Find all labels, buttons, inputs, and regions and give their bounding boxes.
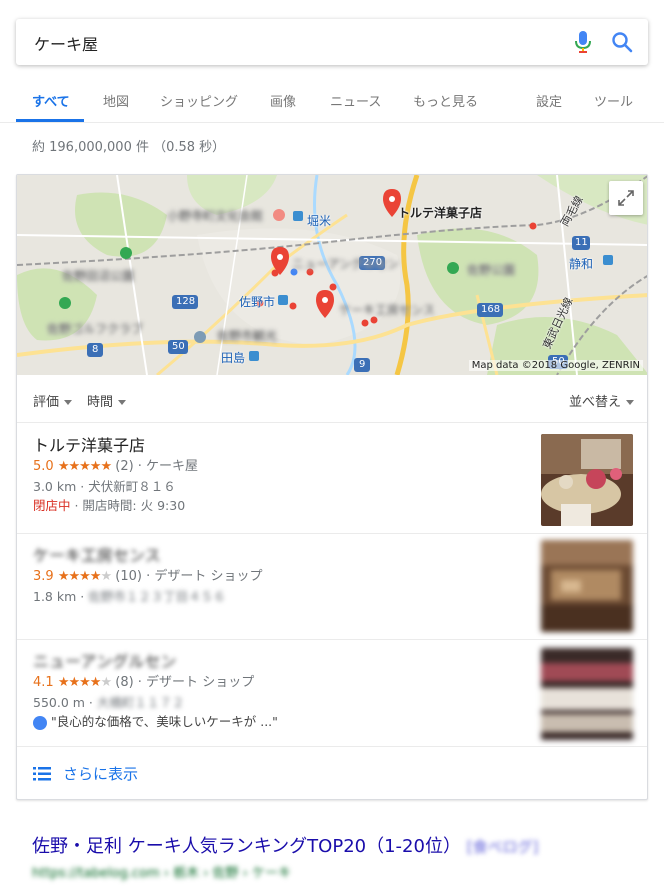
route-50-west: 50: [172, 341, 185, 352]
search-icon[interactable]: [610, 30, 634, 54]
route-270: 270: [363, 257, 383, 268]
rating-filter-label: 評価: [33, 395, 60, 410]
local-listing[interactable]: トルテ洋菓子店 5.0 ★★★★★ (2) · ケーキ屋 3.0 km · 犬伏…: [17, 424, 647, 534]
user-avatar-icon: [33, 715, 47, 730]
listing-photo[interactable]: [541, 540, 633, 632]
listing-distance: 550.0 m ·: [33, 695, 97, 710]
result-url[interactable]: https://tabelog.com › 栃木 › 佐野 › ケーキ: [32, 862, 291, 881]
listing-location: 550.0 m · 大橋町１１７２: [33, 692, 184, 711]
sort-filter[interactable]: 並べ替え: [569, 391, 635, 410]
closed-status: 閉店中: [33, 498, 71, 513]
listing-rating: 5.0 ★★★★★ (2) · ケーキ屋: [33, 455, 198, 474]
local-listing[interactable]: ケーキ工房センス 3.9 ★★★★★ (10) · デザート ショップ 1.8 …: [17, 534, 647, 640]
tab-tools[interactable]: ツール: [594, 91, 633, 110]
listing-rating: 3.9 ★★★★★ (10) · デザート ショップ: [33, 565, 262, 584]
tab-shopping[interactable]: ショッピング: [160, 91, 238, 110]
map-label-blurred: 佐野田沼公園: [62, 269, 135, 283]
shop-interior-photo: [541, 434, 633, 526]
map-label-torte: トルテ洋菓子店: [398, 206, 483, 220]
listing-photo[interactable]: [541, 434, 633, 526]
rating-score: 3.9: [33, 569, 54, 584]
rating-score: 5.0: [33, 459, 54, 474]
star-icons: ★★★★★: [57, 459, 112, 474]
listing-category: (2) · ケーキ屋: [115, 459, 199, 474]
route-9: 9: [359, 359, 366, 370]
local-listing[interactable]: ニューアングルセン 4.1 ★★★★★ (8) · デザート ショップ 550.…: [17, 640, 647, 747]
listing-category: (10) · デザート ショップ: [115, 569, 263, 584]
map-label-sano: 佐野市: [239, 295, 276, 309]
more-places-button[interactable]: さらに表示: [17, 747, 647, 799]
tab-more[interactable]: もっと見る: [413, 91, 478, 110]
microphone-icon[interactable]: [572, 30, 594, 54]
tab-settings[interactable]: 設定: [536, 91, 562, 110]
listing-name[interactable]: トルテ洋菓子店: [33, 432, 145, 456]
tab-maps[interactable]: 地図: [103, 91, 129, 110]
list-icon: [33, 767, 51, 781]
listing-name[interactable]: ケーキ工房センス: [33, 542, 161, 566]
expand-icon: [618, 190, 634, 206]
map-label-shizuwa: 静和: [569, 257, 594, 271]
tab-images[interactable]: 画像: [270, 91, 296, 110]
map-label-blurred: 小野寺町文化会館: [167, 209, 264, 223]
review-text: "良心的な価格で、美味しいケーキが ...": [51, 714, 278, 729]
map-label-blurred: 佐野ゴルフクラブ: [47, 322, 144, 336]
search-box[interactable]: ケーキ屋: [16, 19, 648, 65]
listing-rating: 4.1 ★★★★★ (8) · デザート ショップ: [33, 671, 254, 690]
listing-address: 大橋町１１７２: [96, 695, 185, 710]
route-128: 128: [176, 296, 196, 307]
more-places-label: さらに表示: [63, 765, 139, 783]
hours-filter-label: 時間: [87, 395, 114, 410]
route-8: 8: [92, 344, 99, 355]
tab-news[interactable]: ニュース: [330, 91, 381, 110]
map-label-blurred: ニューアングルセン: [292, 257, 400, 271]
review-snippet: "良心的な価格で、美味しいケーキが ...": [33, 711, 278, 730]
rating-score: 4.1: [33, 675, 54, 690]
map-label-blurred: 佐野市観光: [217, 329, 278, 343]
result-title-link[interactable]: 佐野・足利 ケーキ人気ランキングTOP20（1-20位） [食べログ]: [32, 832, 538, 858]
map-attribution: Map data ©2018 Google, ZENRIN: [468, 360, 643, 371]
sort-filter-label: 並べ替え: [569, 395, 622, 410]
cake-case-photo: [541, 648, 633, 740]
search-input[interactable]: ケーキ屋: [34, 31, 98, 55]
rating-filter[interactable]: 評価: [33, 391, 73, 410]
listing-category: (8) · デザート ショップ: [115, 675, 255, 690]
route-11: 11: [575, 237, 588, 248]
route-168: 168: [481, 304, 501, 315]
listing-distance: 1.8 km ·: [33, 589, 89, 604]
listing-location: 1.8 km · 佐野市１２３丁目４５６: [33, 586, 226, 605]
local-results-card: 小野寺町文化会館 佐野田沼公園 佐野ゴルフクラブ ニューアングルセン ケーキ工房…: [16, 174, 648, 800]
listing-photo[interactable]: [541, 648, 633, 740]
map-label-blurred: 佐野公園: [467, 263, 516, 277]
tab-all[interactable]: すべて: [32, 91, 70, 110]
map-label-blurred: ケーキ工房センス: [339, 303, 435, 317]
map[interactable]: 小野寺町文化会館 佐野田沼公園 佐野ゴルフクラブ ニューアングルセン ケーキ工房…: [17, 175, 647, 375]
map-label-tajima: 田島: [221, 351, 246, 365]
filter-bar: 評価 時間 並べ替え: [17, 375, 647, 423]
listing-hours: 閉店中 · 開店時間: 火 9:30: [33, 495, 185, 514]
map-label-horigome: 堀米: [307, 214, 332, 228]
star-icons: ★★★★: [57, 569, 102, 584]
hours-filter[interactable]: 時間: [87, 391, 127, 410]
listing-address: 佐野市１２３丁目４５６: [88, 589, 226, 604]
empty-star-icons: ★: [100, 569, 112, 584]
star-icons: ★★★★: [57, 675, 102, 690]
chevron-down-icon: [118, 400, 127, 405]
search-tabs: すべて 地図 ショッピング 画像 ニュース もっと見る 設定 ツール: [0, 78, 664, 123]
chevron-down-icon: [64, 400, 73, 405]
listing-name[interactable]: ニューアングルセン: [33, 648, 176, 672]
active-tab-indicator: [16, 119, 84, 122]
opening-hours: · 開店時間: 火 9:30: [70, 498, 186, 513]
listing-location: 3.0 km · 犬伏新町８１６: [33, 479, 176, 494]
chevron-down-icon: [626, 400, 635, 405]
result-badge: [食べログ]: [466, 838, 539, 856]
shop-photo: [541, 540, 633, 632]
result-stats: 約 196,000,000 件 （0.58 秒）: [32, 140, 226, 155]
expand-map-button[interactable]: [609, 181, 643, 215]
result-title: 佐野・足利 ケーキ人気ランキングTOP20（1-20位）: [32, 836, 461, 857]
empty-star-icons: ★: [100, 675, 112, 690]
